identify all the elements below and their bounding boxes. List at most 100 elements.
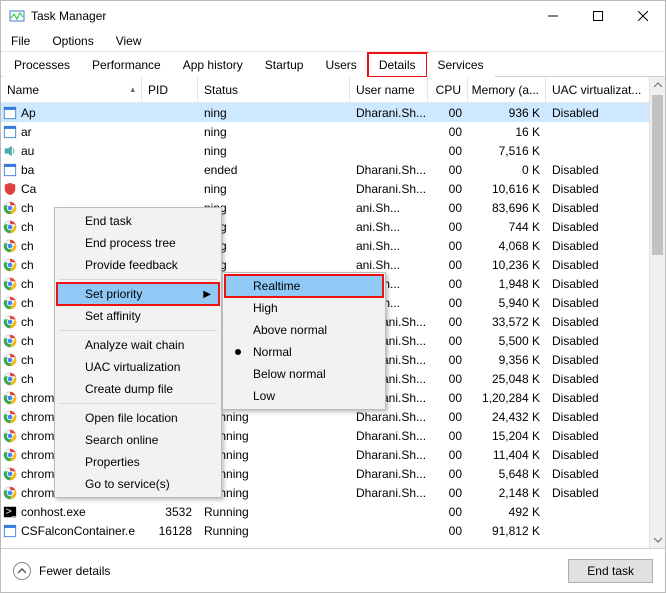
radio-dot-icon xyxy=(235,349,241,355)
ctx-end-process-tree[interactable]: End process tree xyxy=(57,232,219,254)
process-cpu: 00 xyxy=(428,239,468,253)
menu-file[interactable]: File xyxy=(7,32,34,50)
fewer-details-toggle[interactable]: Fewer details xyxy=(13,562,110,580)
process-memory: 15,204 K xyxy=(468,429,546,443)
process-status: Running xyxy=(198,524,350,538)
menubar: File Options View xyxy=(1,31,665,51)
process-icon xyxy=(3,296,17,310)
process-icon xyxy=(3,353,17,367)
sort-asc-icon: ▴ xyxy=(130,84,135,95)
task-manager-window: Task Manager File Options View Processes… xyxy=(0,0,666,593)
task-manager-icon xyxy=(9,8,25,24)
tab-services[interactable]: Services xyxy=(427,53,495,77)
tab-app-history[interactable]: App history xyxy=(172,53,254,77)
process-memory: 936 K xyxy=(468,106,546,120)
menu-options[interactable]: Options xyxy=(48,32,97,50)
ctx-set-priority[interactable]: Set priority▶ xyxy=(57,283,219,305)
table-row[interactable]: CSFalconContainer.e16128Running0091,812 … xyxy=(1,521,649,540)
vertical-scrollbar[interactable] xyxy=(649,77,665,548)
ctx-search-online[interactable]: Search online xyxy=(57,429,219,451)
ctx-create-dump-file[interactable]: Create dump file xyxy=(57,378,219,400)
ctx-end-task[interactable]: End task xyxy=(57,210,219,232)
process-icon xyxy=(3,258,17,272)
ctx-separator xyxy=(59,403,217,404)
ctx-go-to-services[interactable]: Go to service(s) xyxy=(57,473,219,495)
tab-performance[interactable]: Performance xyxy=(81,53,172,77)
process-user: Dharani.Sh... xyxy=(350,486,428,500)
context-menu: End task End process tree Provide feedba… xyxy=(54,207,222,498)
col-memory[interactable]: Memory (a... xyxy=(468,77,546,102)
table-row[interactable]: arning0016 K xyxy=(1,122,649,141)
tab-users[interactable]: Users xyxy=(314,53,367,77)
col-status[interactable]: Status xyxy=(198,77,350,102)
maximize-button[interactable] xyxy=(575,1,620,31)
col-name[interactable]: Name▴ xyxy=(1,77,142,102)
ctx-provide-feedback[interactable]: Provide feedback xyxy=(57,254,219,276)
menu-view[interactable]: View xyxy=(112,32,146,50)
process-memory: 91,812 K xyxy=(468,524,546,538)
window-controls xyxy=(530,1,665,31)
priority-normal[interactable]: Normal xyxy=(225,341,383,363)
scroll-down-icon[interactable] xyxy=(650,532,665,548)
process-user: Dharani.Sh... xyxy=(350,410,428,424)
process-user: ani.Sh... xyxy=(350,258,428,272)
process-status: ning xyxy=(198,182,350,196)
table-row[interactable]: CaningDharani.Sh...0010,616 KDisabled xyxy=(1,179,649,198)
table-row[interactable]: auning007,516 K xyxy=(1,141,649,160)
tab-processes[interactable]: Processes xyxy=(3,53,81,77)
ctx-separator xyxy=(59,279,217,280)
process-icon xyxy=(3,201,17,215)
priority-submenu: Realtime High Above normal Normal Below … xyxy=(222,272,386,410)
process-name: ch xyxy=(21,277,34,291)
process-uac: Disabled xyxy=(546,391,642,405)
process-name: CSFalconContainer.e xyxy=(21,524,135,538)
process-name: ch xyxy=(21,334,34,348)
process-uac: Disabled xyxy=(546,201,642,215)
process-name: ch xyxy=(21,201,34,215)
minimize-button[interactable] xyxy=(530,1,575,31)
tab-details[interactable]: Details xyxy=(368,53,427,77)
titlebar[interactable]: Task Manager xyxy=(1,1,665,31)
process-icon xyxy=(3,391,17,405)
process-name: ba xyxy=(21,163,34,177)
tab-startup[interactable]: Startup xyxy=(254,53,315,77)
process-memory: 11,404 K xyxy=(468,448,546,462)
table-row[interactable]: baendedDharani.Sh...000 KDisabled xyxy=(1,160,649,179)
process-memory: 1,948 K xyxy=(468,277,546,291)
priority-realtime[interactable]: Realtime xyxy=(225,275,383,297)
process-icon xyxy=(3,334,17,348)
priority-below-normal[interactable]: Below normal xyxy=(225,363,383,385)
ctx-uac-virtualization[interactable]: UAC virtualization xyxy=(57,356,219,378)
priority-high[interactable]: High xyxy=(225,297,383,319)
col-user[interactable]: User name xyxy=(350,77,428,102)
process-uac: Disabled xyxy=(546,106,642,120)
process-name: ch xyxy=(21,315,34,329)
process-name: ch xyxy=(21,220,34,234)
scroll-up-icon[interactable] xyxy=(650,77,665,93)
process-cpu: 00 xyxy=(428,144,468,158)
process-memory: 5,500 K xyxy=(468,334,546,348)
scroll-thumb[interactable] xyxy=(652,95,663,255)
process-icon xyxy=(3,410,17,424)
column-headers: Name▴ PID Status User name CPU Memory (a… xyxy=(1,77,665,103)
priority-above-normal[interactable]: Above normal xyxy=(225,319,383,341)
col-uac[interactable]: UAC virtualizat... xyxy=(546,77,642,102)
process-name: ar xyxy=(21,125,32,139)
table-row[interactable]: >_conhost.exe3532Running00492 K xyxy=(1,502,649,521)
col-pid[interactable]: PID xyxy=(142,77,198,102)
process-icon xyxy=(3,163,17,177)
table-row[interactable]: ApningDharani.Sh...00936 KDisabled xyxy=(1,103,649,122)
close-button[interactable] xyxy=(620,1,665,31)
process-uac: Disabled xyxy=(546,467,642,481)
col-cpu[interactable]: CPU xyxy=(428,77,468,102)
process-status: ning xyxy=(198,144,350,158)
ctx-open-file-location[interactable]: Open file location xyxy=(57,407,219,429)
process-user: ani.Sh... xyxy=(350,201,428,215)
priority-low[interactable]: Low xyxy=(225,385,383,407)
ctx-analyze-wait-chain[interactable]: Analyze wait chain xyxy=(57,334,219,356)
end-task-button[interactable]: End task xyxy=(568,559,653,583)
ctx-properties[interactable]: Properties xyxy=(57,451,219,473)
process-user: Dharani.Sh... xyxy=(350,106,428,120)
process-uac: Disabled xyxy=(546,277,642,291)
ctx-set-affinity[interactable]: Set affinity xyxy=(57,305,219,327)
